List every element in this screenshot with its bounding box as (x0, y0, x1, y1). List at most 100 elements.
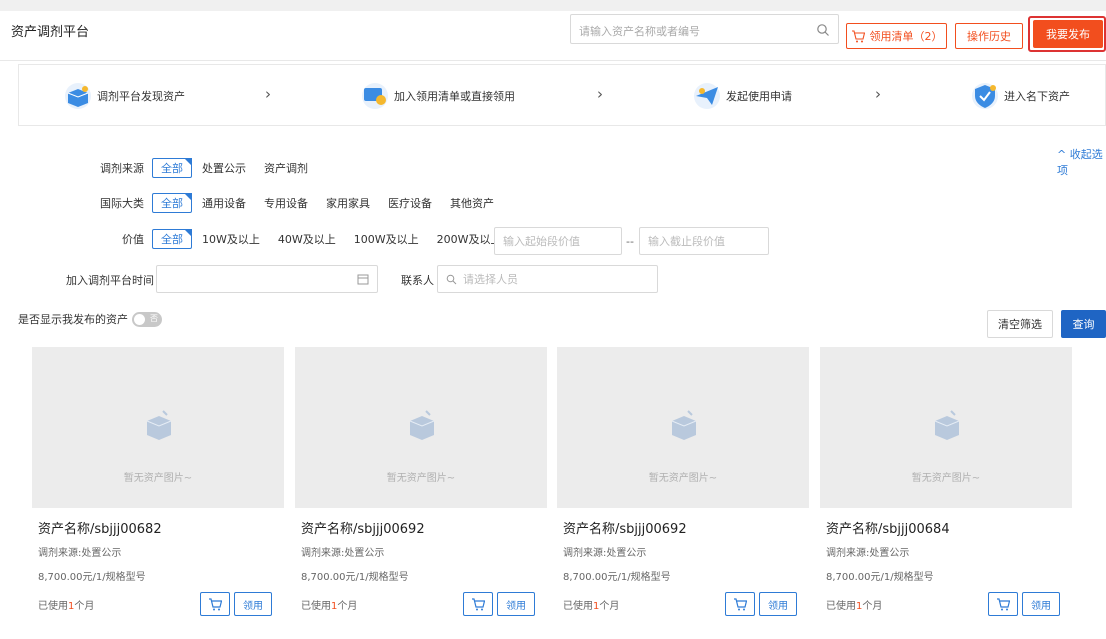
no-image-caption: 暂无资产图片~ (911, 473, 981, 484)
filter-label: 国际大类 (100, 197, 144, 210)
cart-list-button[interactable]: 领用清单（2） (846, 23, 947, 49)
value-start-input[interactable]: 输入起始段价值 (494, 227, 622, 255)
toggle-state: 否 (150, 313, 158, 323)
asset-used: 已使用1个月 (826, 601, 883, 612)
chevron-right-icon: › (597, 85, 603, 103)
filter-option[interactable]: 通用设备 (194, 193, 254, 213)
filter-label: 调剂来源 (100, 162, 144, 175)
asset-name[interactable]: 资产名称/sbjjj00692 (563, 518, 687, 537)
add-cart-button[interactable] (725, 592, 755, 616)
cart-icon (734, 597, 747, 610)
asset-price: 8,700.00元/1/规格型号 (826, 572, 934, 583)
filter-option[interactable]: 医疗设备 (380, 193, 440, 213)
asset-image-placeholder: 暂无资产图片~ (820, 347, 1072, 508)
publish-button[interactable]: 我要发布 (1033, 20, 1103, 48)
top-strip (0, 0, 1106, 11)
empty-box-icon (934, 410, 960, 440)
empty-box-icon (671, 410, 697, 440)
get-button[interactable]: 领用 (497, 592, 535, 616)
asset-used: 已使用1个月 (301, 601, 358, 612)
paper-plane-icon (694, 83, 720, 109)
filter-option[interactable]: 专用设备 (256, 193, 316, 213)
cart-icon (472, 597, 485, 610)
no-image-caption: 暂无资产图片~ (123, 473, 193, 484)
asset-card[interactable]: 暂无资产图片~ 资产名称/sbjjj00684 调剂来源:处置公示 8,700.… (820, 347, 1072, 627)
join-time-picker[interactable] (156, 265, 378, 293)
asset-name[interactable]: 资产名称/sbjjj00692 (301, 518, 425, 537)
add-cart-button[interactable] (200, 592, 230, 616)
search-input[interactable]: 请输入资产名称或者编号 (570, 14, 839, 44)
empty-box-icon (409, 410, 435, 440)
step-apply: 发起使用申请 (694, 83, 792, 109)
add-cart-button[interactable] (988, 592, 1018, 616)
process-steps: 调剂平台发现资产 › 加入领用清单或直接领用 › 发起使用申请 › 进入名下资产 (18, 64, 1106, 126)
page-header: 资产调剂平台 请输入资产名称或者编号 领用清单（2） 操作历史 我要发布 (0, 11, 1106, 61)
asset-card[interactable]: 暂无资产图片~ 资产名称/sbjjj00692 调剂来源:处置公示 8,700.… (295, 347, 547, 627)
asset-image-placeholder: 暂无资产图片~ (32, 347, 284, 508)
calendar-icon (357, 274, 369, 285)
asset-image-placeholder: 暂无资产图片~ (295, 347, 547, 508)
filter-option[interactable]: 40W及以上 (270, 229, 344, 249)
filter-category: 国际大类 全部 通用设备 专用设备 家用家具 医疗设备 其他资产 (0, 193, 504, 213)
asset-source: 调剂来源:处置公示 (38, 548, 122, 559)
search-placeholder: 请输入资产名称或者编号 (579, 25, 700, 38)
filter-option[interactable]: 处置公示 (194, 158, 254, 178)
box-icon (65, 83, 91, 109)
history-button[interactable]: 操作历史 (955, 23, 1023, 49)
search-icon (446, 274, 457, 284)
filter-option[interactable]: 家用家具 (318, 193, 378, 213)
step-discover: 调剂平台发现资产 (65, 83, 185, 109)
history-label: 操作历史 (967, 30, 1011, 43)
range-separator: -- (626, 235, 634, 248)
step-owned: 进入名下资产 (972, 83, 1070, 109)
asset-source: 调剂来源:处置公示 (301, 548, 385, 559)
filter-option-all[interactable]: 全部 (152, 158, 192, 178)
asset-card[interactable]: 暂无资产图片~ 资产名称/sbjjj00692 调剂来源:处置公示 8,700.… (557, 347, 809, 627)
filter-value: 价值 全部 10W及以上 40W及以上 100W及以上 200W及以上 (0, 229, 512, 249)
step-label: 进入名下资产 (1004, 90, 1070, 103)
asset-price: 8,700.00元/1/规格型号 (38, 572, 146, 583)
filter-option[interactable]: 10W及以上 (194, 229, 268, 249)
asset-source: 调剂来源:处置公示 (563, 548, 647, 559)
contact-placeholder: 请选择人员 (463, 273, 518, 286)
step-add-list: 加入领用清单或直接领用 (362, 83, 515, 109)
add-cart-button[interactable] (463, 592, 493, 616)
cart-icon (209, 597, 222, 610)
get-button[interactable]: 领用 (759, 592, 797, 616)
asset-used: 已使用1个月 (563, 601, 620, 612)
asset-price: 8,700.00元/1/规格型号 (563, 572, 671, 583)
empty-box-icon (146, 410, 172, 440)
filter-option[interactable]: 资产调剂 (256, 158, 316, 178)
join-time-label: 加入调剂平台时间 (66, 274, 154, 287)
page-title: 资产调剂平台 (11, 25, 90, 40)
filter-option-all[interactable]: 全部 (152, 193, 192, 213)
shield-check-icon (972, 83, 998, 109)
filter-option[interactable]: 其他资产 (442, 193, 502, 213)
contact-select[interactable]: 请选择人员 (437, 265, 658, 293)
asset-card[interactable]: 暂无资产图片~ 资产名称/sbjjj00682 调剂来源:处置公示 8,700.… (32, 347, 284, 627)
asset-image-placeholder: 暂无资产图片~ (557, 347, 809, 508)
clear-filter-button[interactable]: 清空筛选 (987, 310, 1053, 338)
publish-label: 我要发布 (1046, 28, 1090, 41)
get-button[interactable]: 领用 (234, 592, 272, 616)
step-label: 发起使用申请 (726, 90, 792, 103)
query-button[interactable]: 查询 (1061, 310, 1106, 338)
value-end-input[interactable]: 输入截止段价值 (639, 227, 769, 255)
no-image-caption: 暂无资产图片~ (648, 473, 718, 484)
asset-name[interactable]: 资产名称/sbjjj00682 (38, 518, 162, 537)
get-button[interactable]: 领用 (1022, 592, 1060, 616)
asset-name[interactable]: 资产名称/sbjjj00684 (826, 518, 950, 537)
contact-label: 联系人 (401, 274, 434, 287)
filter-option-all[interactable]: 全部 (152, 229, 192, 249)
show-mine-label: 是否显示我发布的资产 (18, 313, 128, 326)
show-mine-row: 是否显示我发布的资产 否 (18, 311, 162, 327)
show-mine-toggle[interactable]: 否 (132, 311, 162, 327)
filter-option[interactable]: 100W及以上 (346, 229, 427, 249)
filter-source: 调剂来源 全部 处置公示 资产调剂 (0, 158, 318, 178)
chevron-right-icon: › (875, 85, 881, 103)
asset-price: 8,700.00元/1/规格型号 (301, 572, 409, 583)
cart-icon (997, 597, 1010, 610)
cart-icon (851, 29, 865, 42)
collapse-options-link[interactable]: ^ 收起选项 (1057, 146, 1106, 178)
search-icon[interactable] (816, 23, 830, 37)
